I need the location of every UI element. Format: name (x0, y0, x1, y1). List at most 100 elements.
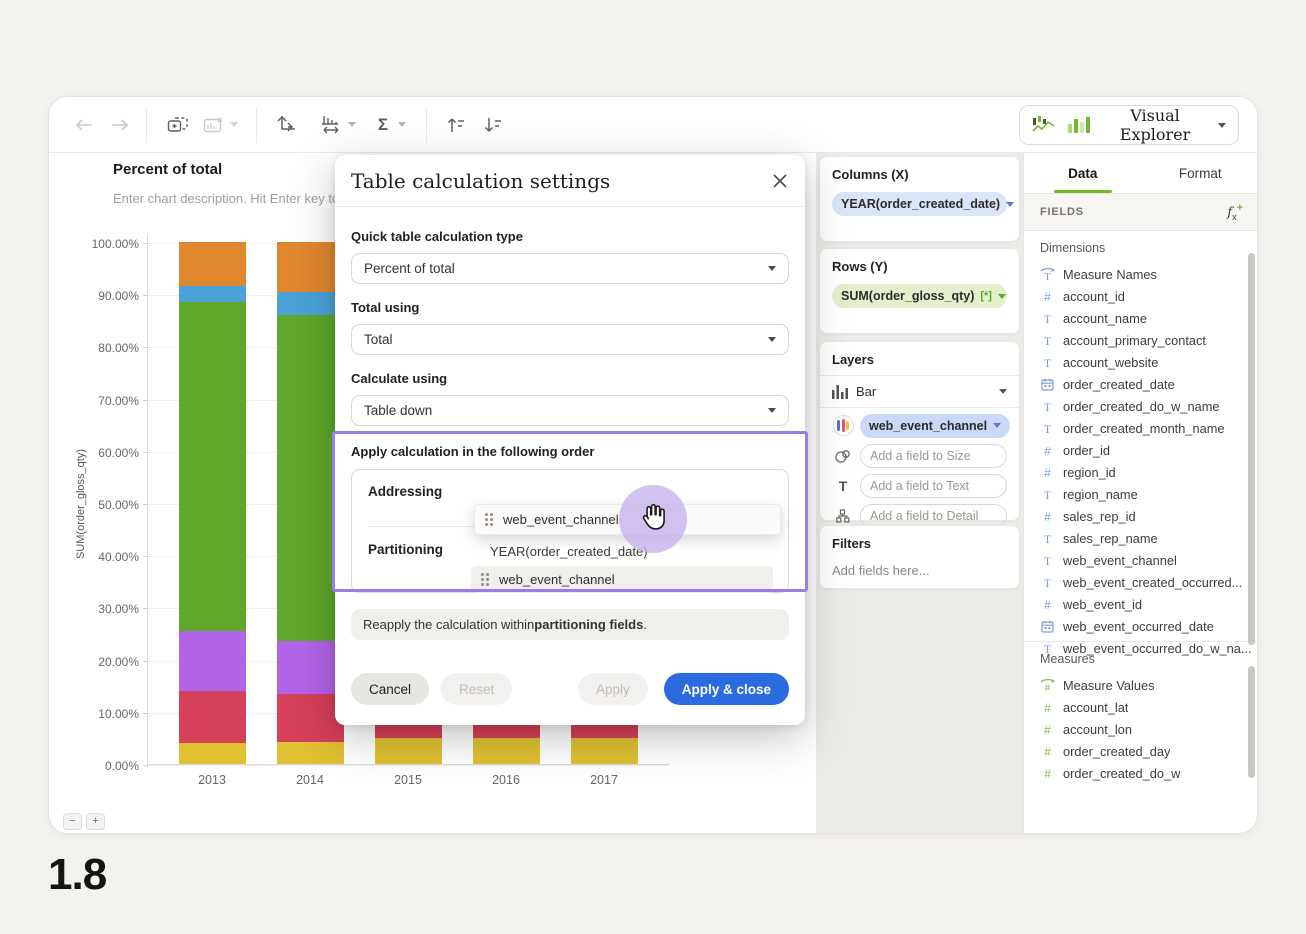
filters-shelf: Filters Add fields here... (819, 525, 1020, 589)
cancel-button[interactable]: Cancel (351, 673, 429, 705)
measure-account-lon[interactable]: #account_lon (1040, 718, 1258, 740)
bar-segment-segment-red[interactable] (179, 691, 246, 743)
bar-segment-segment-blue[interactable] (179, 286, 246, 302)
resize-bars-icon[interactable] (320, 114, 342, 136)
bar-segment-segment-orange[interactable] (277, 242, 344, 292)
dimension-sales-rep-name[interactable]: Tsales_rep_name (1040, 527, 1258, 549)
dimension-region-id[interactable]: #region_id (1040, 461, 1258, 483)
remove-chart-caret[interactable] (230, 122, 238, 127)
stacked-bar-2013[interactable] (179, 242, 246, 764)
measures-scrollbar[interactable] (1248, 666, 1255, 778)
remove-chart-icon[interactable] (203, 114, 225, 136)
zoom-in-button[interactable]: + (86, 813, 105, 830)
drag-handle-icon[interactable] (485, 513, 493, 526)
dimension-web-event-created-occurred-[interactable]: Tweb_event_created_occurred... (1040, 571, 1258, 593)
field-name: account_website (1063, 355, 1158, 370)
bar-mark-icon (832, 385, 848, 399)
swap-axes-icon[interactable] (275, 114, 297, 136)
color-field-pill[interactable]: web_event_channel (860, 414, 1010, 438)
bar-segment-segment-green[interactable] (179, 302, 246, 631)
field-name: order_created_do_w (1063, 766, 1180, 781)
dimension-measure-names[interactable]: TMeasure Names (1040, 263, 1258, 285)
y-tick-label: 40.00% (69, 550, 139, 564)
close-icon[interactable] (771, 172, 789, 190)
undo-back-icon[interactable] (73, 114, 95, 136)
dimension-web-event-occurred-date[interactable]: web_event_occurred_date (1040, 615, 1258, 637)
dimension-account-primary-contact[interactable]: Taccount_primary_contact (1040, 329, 1258, 351)
field-name: Measure Values (1063, 678, 1155, 693)
tab-format[interactable]: Format (1142, 153, 1259, 193)
bar-segment-segment-yellow[interactable] (375, 738, 442, 764)
reset-button[interactable]: Reset (441, 673, 512, 705)
calculate-using-select[interactable]: Table down (351, 395, 789, 426)
chevron-down-icon[interactable] (998, 294, 1006, 299)
bar-segment-segment-orange[interactable] (179, 242, 246, 286)
bar-segment-segment-yellow[interactable] (179, 743, 246, 764)
apply-close-button[interactable]: Apply & close (664, 673, 789, 705)
measure-measure-values[interactable]: #Measure Values (1040, 674, 1258, 696)
rows-shelf: Rows (Y) SUM(order_gloss_qty) [*] (819, 248, 1020, 334)
text-field-icon: T (1040, 311, 1055, 326)
sort-ascending-icon[interactable] (445, 114, 467, 136)
measure-account-lat[interactable]: #account_lat (1040, 696, 1258, 718)
bar-segment-segment-red[interactable] (277, 694, 344, 742)
text-field-icon: T (1040, 531, 1055, 546)
dimension-order-created-date[interactable]: order_created_date (1040, 373, 1258, 395)
resize-bars-caret[interactable] (348, 122, 356, 127)
dimension-account-name[interactable]: Taccount_name (1040, 307, 1258, 329)
y-tick-mark (143, 608, 147, 609)
zoom-out-button[interactable]: − (63, 813, 82, 830)
chevron-down-icon[interactable] (999, 389, 1007, 394)
tab-data[interactable]: Data (1024, 153, 1142, 193)
aggregate-caret[interactable] (398, 122, 406, 127)
chevron-down-icon[interactable] (1006, 202, 1014, 207)
partitioning-item-web-event-channel[interactable]: web_event_channel (471, 566, 773, 593)
size-field-dropzone[interactable]: Add a field to Size (860, 444, 1007, 468)
stacked-bar-2014[interactable] (277, 242, 344, 764)
duplicate-chart-icon[interactable] (167, 114, 189, 136)
columns-field-pill[interactable]: YEAR(order_created_date) (832, 192, 1007, 216)
dimension-account-website[interactable]: Taccount_website (1040, 351, 1258, 373)
gridline (148, 765, 669, 766)
aggregate-sigma-icon[interactable]: Σ (372, 114, 394, 136)
drag-handle-icon[interactable] (481, 573, 489, 586)
measure-order-created-day[interactable]: #order_created_day (1040, 740, 1258, 762)
bar-segment-segment-blue[interactable] (277, 292, 344, 315)
text-field-dropzone[interactable]: Add a field to Text (860, 474, 1007, 498)
reapply-note: Reapply the calculation within partition… (351, 609, 789, 640)
field-name: account_name (1063, 311, 1147, 326)
bar-segment-segment-green[interactable] (277, 315, 344, 641)
dimension-order-created-do-w-name[interactable]: Torder_created_do_w_name (1040, 395, 1258, 417)
mark-type-selector[interactable]: Bar (820, 376, 1019, 408)
partitioning-item-year[interactable]: YEAR(order_created_date) (490, 544, 648, 559)
apply-button[interactable]: Apply (578, 673, 648, 705)
measure-order-created-do-w[interactable]: #order_created_do_w (1040, 762, 1258, 784)
chevron-down-icon[interactable] (993, 423, 1001, 428)
sort-descending-icon[interactable] (482, 114, 504, 136)
chart-description-placeholder[interactable]: Enter chart description. Hit Enter key t… (113, 191, 339, 206)
add-formula-icon[interactable]: fx+ (1227, 202, 1243, 222)
dragged-field-item[interactable]: web_event_channel (474, 504, 781, 535)
visual-explorer-selector[interactable]: Visual Explorer (1019, 105, 1239, 145)
dimensions-scrollbar[interactable] (1248, 253, 1255, 645)
bar-segment-segment-purple[interactable] (179, 631, 246, 691)
dimension-order-id[interactable]: #order_id (1040, 439, 1258, 461)
dimension-region-name[interactable]: Tregion_name (1040, 483, 1258, 505)
redo-forward-icon[interactable] (109, 114, 131, 136)
dimension-web-event-id[interactable]: #web_event_id (1040, 593, 1258, 615)
rows-field-pill[interactable]: SUM(order_gloss_qty) [*] (832, 284, 1007, 308)
bar-segment-segment-yellow[interactable] (571, 738, 638, 764)
calc-type-select[interactable]: Percent of total (351, 253, 789, 284)
number-field-icon: # (1040, 509, 1055, 524)
dimension-sales-rep-id[interactable]: #sales_rep_id (1040, 505, 1258, 527)
detail-field-dropzone[interactable]: Add a field to Detail (860, 504, 1007, 528)
dimension-account-id[interactable]: #account_id (1040, 285, 1258, 307)
filters-dropzone[interactable]: Add fields here... (832, 563, 1007, 578)
bar-segment-segment-purple[interactable] (277, 641, 344, 693)
chart-title[interactable]: Percent of total (113, 161, 222, 178)
dimension-web-event-channel[interactable]: Tweb_event_channel (1040, 549, 1258, 571)
total-using-select[interactable]: Total (351, 324, 789, 355)
bar-segment-segment-yellow[interactable] (277, 742, 344, 764)
dimension-order-created-month-name[interactable]: Torder_created_month_name (1040, 417, 1258, 439)
bar-segment-segment-yellow[interactable] (473, 738, 540, 764)
